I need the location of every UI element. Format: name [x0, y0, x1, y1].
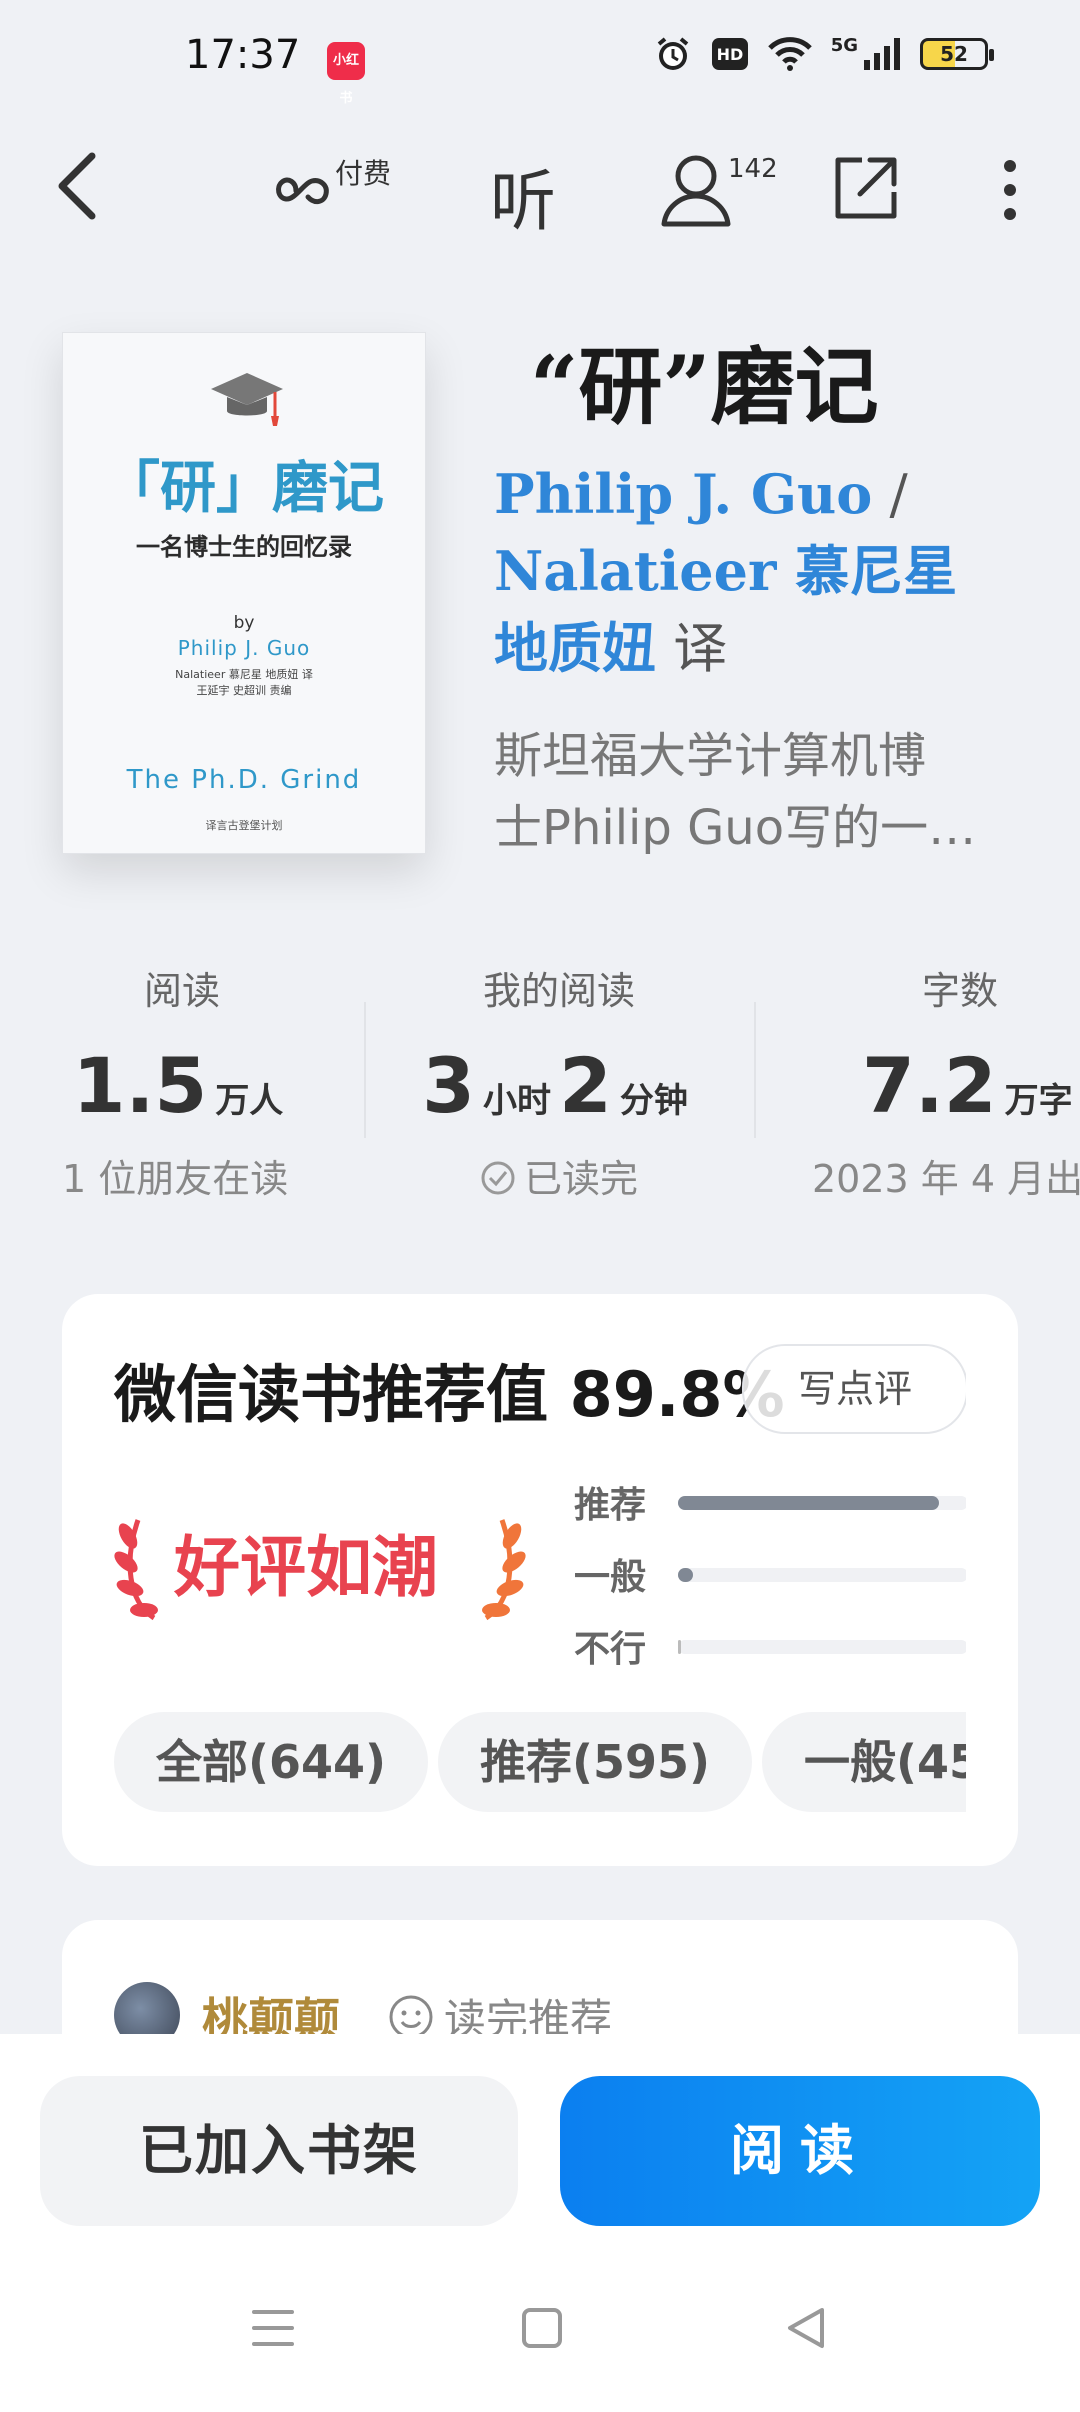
rating-bar-average: 一般	[574, 1548, 966, 1598]
stat-words[interactable]: 字数 7.2万字 2023 年 4 月出版	[800, 960, 1080, 1203]
stat-value: 7.2 万字	[800, 1041, 1080, 1130]
stat-number: 2	[559, 1041, 612, 1130]
battery-level: 52	[940, 42, 968, 66]
stat-divider	[754, 1002, 756, 1138]
book-title: “研”磨记	[530, 337, 879, 436]
status-icons: HD 5G 52	[653, 34, 994, 74]
laurel-left-icon	[114, 1519, 158, 1621]
translator-suffix: 译	[656, 617, 728, 680]
wifi-icon	[767, 37, 812, 71]
stat-label: 阅读	[143, 969, 220, 1013]
rating-bar-track	[678, 1568, 966, 1582]
cover-credits-line: Nalatieer 慕尼星 地质妞 译	[175, 668, 313, 681]
cover-by: by	[233, 613, 255, 633]
network-type: 5G	[830, 34, 858, 56]
alarm-icon	[657, 37, 688, 70]
rating-bar-fill	[678, 1496, 939, 1510]
write-review-button[interactable]: 写点评	[742, 1344, 966, 1434]
back-icon[interactable]	[54, 150, 100, 222]
stat-value: 3 小时 2 分钟	[372, 1041, 746, 1130]
book-description[interactable]: 斯坦福大学计算机博 士Philip Guo写的一…	[494, 720, 1004, 864]
stat-sub: 1 位朋友在读	[62, 1157, 289, 1201]
cover-subtitle: 一名博士生的回忆录	[136, 533, 352, 561]
app-notification-icon: 小红书	[327, 42, 365, 106]
stat-reads[interactable]: 阅读 1.5 万人 1 位朋友在读	[0, 960, 364, 1203]
stat-number: 7.2	[862, 1041, 997, 1130]
follower-count: 142	[728, 154, 778, 184]
rating-bar-fill	[678, 1568, 693, 1582]
added-to-shelf-button[interactable]: 已加入书架	[40, 2076, 518, 2226]
rating-bar-label: 不行	[574, 1629, 647, 1670]
filter-chip-recommend[interactable]: 推荐(595)	[438, 1712, 753, 1812]
check-circle-icon	[481, 1161, 515, 1195]
stat-my-reading[interactable]: 我的阅读 3 小时 2 分钟 已读完	[372, 960, 746, 1203]
stat-sub: 2023 年 4 月出版	[812, 1157, 1080, 1201]
stat-label: 字数	[922, 969, 999, 1013]
more-icon[interactable]	[1000, 158, 1020, 222]
menu-icon[interactable]	[250, 2306, 296, 2350]
laurel-right-icon	[482, 1519, 526, 1621]
stat-sub: 已读完	[372, 1148, 746, 1203]
user-icon[interactable]	[656, 150, 736, 228]
cover-author: Philip J. Guo	[177, 636, 311, 660]
stat-unit: 万字	[1004, 1081, 1073, 1121]
translator-name[interactable]: Nalatieer 慕尼星	[494, 539, 957, 603]
cover-credits: Nalatieer 慕尼星 地质妞 译 王延宇 史超训 责编	[103, 667, 385, 699]
battery-icon: 52	[920, 38, 994, 70]
rating-bar-track	[678, 1496, 966, 1510]
signal-icon	[864, 38, 900, 70]
paid-label[interactable]: 付费	[335, 152, 391, 192]
cover-title: 「研」磨记	[104, 456, 384, 521]
cover-credits-line: 王延宇 史超训 责编	[196, 684, 292, 697]
read-button[interactable]: 阅读	[560, 2076, 1040, 2226]
stat-divider	[364, 1002, 366, 1138]
translator-name[interactable]: 地质妞	[494, 616, 656, 680]
stat-number: 1.5	[72, 1041, 208, 1130]
back-nav-icon[interactable]	[784, 2306, 828, 2350]
rating-bar-track	[678, 1640, 966, 1654]
stat-number: 3	[422, 1041, 475, 1130]
rating-card: 微信读书推荐值 89.8% 写点评 好评如潮 推荐 一般 不行 全部(644) …	[62, 1294, 1018, 1866]
author-separator: /	[872, 463, 908, 526]
rating-bar-recommend: 推荐	[574, 1476, 966, 1526]
smile-icon	[389, 1995, 433, 2038]
share-icon[interactable]	[832, 154, 898, 222]
listen-button[interactable]: 听	[490, 148, 556, 244]
rating-badge: 好评如潮	[114, 1506, 534, 1626]
stat-unit: 分钟	[619, 1081, 688, 1121]
cover-publisher: 译言古登堡计划	[205, 819, 283, 832]
rating-bar-fill	[678, 1640, 681, 1654]
status-time: 17:37	[185, 32, 301, 78]
bottom-action-bar: 已加入书架 阅读	[0, 2034, 1080, 2412]
rating-badge-text: 好评如潮	[174, 1529, 438, 1606]
stat-unit: 小时	[483, 1081, 551, 1121]
stat-label: 我的阅读	[482, 969, 635, 1013]
author-name[interactable]: Philip J. Guo	[494, 462, 872, 526]
home-icon[interactable]	[520, 2306, 564, 2350]
svg-text:HD: HD	[716, 45, 743, 64]
rating-bar-label: 推荐	[574, 1485, 647, 1526]
graduation-cap-icon	[211, 373, 283, 426]
stat-unit: 万人	[215, 1081, 284, 1121]
stat-value: 1.5 万人	[0, 1041, 364, 1130]
book-authors[interactable]: Philip J. Guo / Nalatieer 慕尼星 地质妞 译	[494, 456, 974, 687]
recommendation-value: 微信读书推荐值 89.8%	[114, 1358, 785, 1431]
rating-bar-poor: 不行	[574, 1620, 966, 1670]
hd-icon: HD	[711, 38, 748, 70]
description-line: 士Philip Guo写的一…	[494, 800, 977, 856]
book-cover[interactable]: 「研」磨记 一名博士生的回忆录 by Philip J. Guo Nalatie…	[62, 332, 426, 854]
rating-bar-label: 一般	[574, 1557, 647, 1598]
filter-chip-average[interactable]: 一般(45)	[762, 1712, 966, 1812]
filter-chip-all[interactable]: 全部(644)	[114, 1712, 429, 1812]
cover-english-title: The Ph.D. Grind	[126, 765, 362, 795]
read-status: 已读完	[523, 1157, 638, 1201]
description-line: 斯坦福大学计算机博	[494, 728, 927, 784]
